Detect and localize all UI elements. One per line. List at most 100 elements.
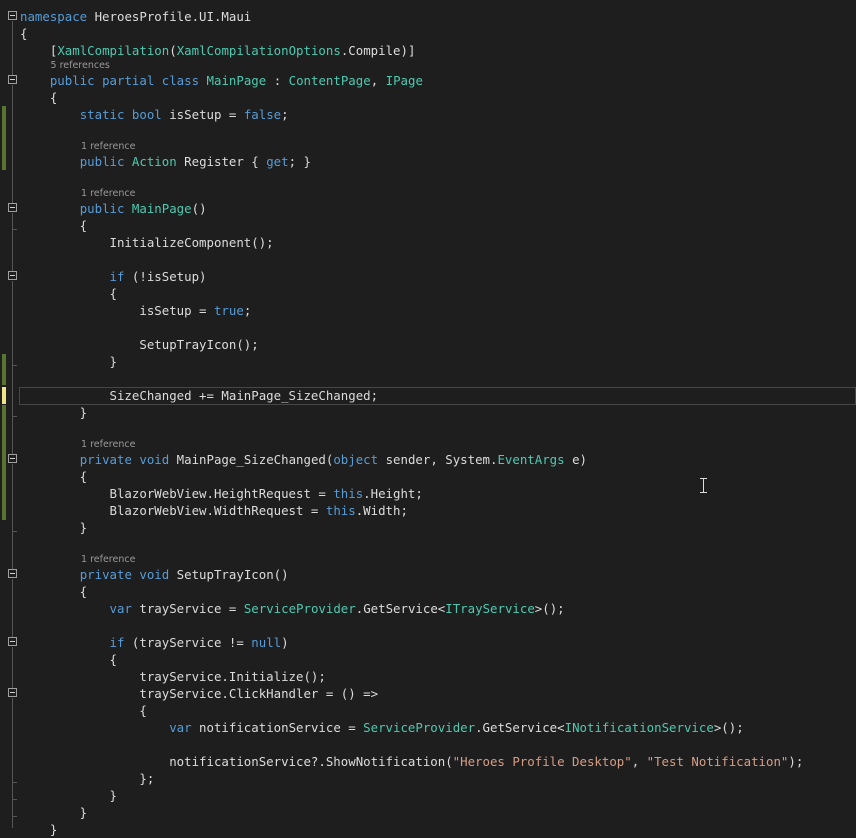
code-text[interactable]: public MainPage()	[20, 200, 207, 217]
code-text[interactable]: }	[20, 404, 87, 421]
code-text[interactable]: public Action Register { get; }	[20, 153, 311, 170]
code-token: ContentPage	[288, 73, 371, 88]
code-token: bool	[131, 107, 162, 122]
code-token: InitializeComponent();	[20, 235, 274, 250]
code-text[interactable]: trayService.Initialize();	[20, 668, 326, 685]
code-token: true	[213, 303, 244, 318]
code-text[interactable]: {	[20, 651, 117, 668]
code-token: )	[281, 635, 289, 650]
code-text[interactable]: }	[20, 821, 57, 838]
code-text[interactable]: {	[20, 217, 87, 234]
code-text[interactable]: var notificationService = ServiceProvide…	[20, 719, 743, 736]
code-text[interactable]: }	[20, 353, 117, 370]
code-line: var trayService = ServiceProvider.GetSer…	[0, 600, 856, 617]
code-token: };	[20, 771, 155, 786]
code-line: namespace HeroesProfile.UI.Maui	[0, 8, 856, 25]
code-line: {	[0, 651, 856, 668]
code-line: }	[0, 404, 856, 421]
code-token: ITrayService	[445, 601, 535, 616]
code-token: ,	[631, 754, 647, 769]
code-text[interactable]: var trayService = ServiceProvider.GetSer…	[20, 600, 565, 617]
code-token: }	[20, 788, 117, 803]
code-token: var	[109, 601, 132, 616]
code-token: }	[20, 405, 88, 420]
code-token: {	[20, 469, 88, 484]
codelens-row: 5 references	[0, 56, 856, 73]
code-token: SetupTrayIcon()	[169, 567, 289, 582]
code-token: ServiceProvider	[243, 601, 356, 616]
code-token: BlazorWebView.HeightRequest =	[20, 486, 334, 501]
code-text[interactable]: namespace HeroesProfile.UI.Maui	[20, 8, 251, 25]
code-text[interactable]: trayService.ClickHandler = () =>	[20, 685, 378, 702]
code-text[interactable]: SetupTrayIcon();	[20, 336, 259, 353]
code-line: notificationService?.ShowNotification("H…	[0, 753, 856, 770]
code-line: public Action Register { get; }	[0, 153, 856, 170]
code-token: .GetService<	[355, 601, 446, 616]
code-text[interactable]: isSetup = true;	[20, 302, 251, 319]
codelens-references-link[interactable]: 5 references	[51, 56, 110, 73]
code-line: {	[0, 285, 856, 302]
code-text[interactable]: private void MainPage_SizeChanged(object…	[20, 451, 587, 468]
code-token: SizeChanged += MainPage_SizeChanged;	[20, 388, 379, 403]
code-token: {	[20, 286, 117, 301]
code-line: }	[0, 804, 856, 821]
code-text[interactable]: private void SetupTrayIcon()	[20, 566, 289, 583]
code-text[interactable]: if (!isSetup)	[20, 268, 207, 285]
code-text[interactable]: InitializeComponent();	[20, 234, 274, 251]
code-text[interactable]: }	[20, 787, 117, 804]
codelens-references-link[interactable]: 1 reference	[81, 550, 135, 567]
code-line: {	[0, 89, 856, 106]
code-text[interactable]: public partial class MainPage : ContentP…	[20, 72, 423, 89]
code-text[interactable]: BlazorWebView.WidthRequest = this.Width;	[20, 502, 408, 519]
code-line: BlazorWebView.HeightRequest = this.Heigh…	[0, 485, 856, 502]
code-text[interactable]: }	[20, 804, 87, 821]
code-text[interactable]: {	[20, 25, 27, 42]
collapse-toggle-icon[interactable]	[8, 454, 17, 463]
code-token: HeroesProfile.UI.Maui	[87, 9, 252, 24]
code-text[interactable]: }	[20, 519, 87, 536]
mouse-ibeam-cursor	[700, 478, 707, 493]
collapse-toggle-icon[interactable]	[8, 569, 17, 578]
code-line: if (!isSetup)	[0, 268, 856, 285]
code-token: notificationService =	[191, 720, 364, 735]
collapse-toggle-icon[interactable]	[8, 271, 17, 280]
code-token: INotificationService	[564, 720, 714, 735]
codelens-references-link[interactable]: 1 reference	[81, 184, 135, 201]
code-token: isSetup =	[161, 107, 244, 122]
collapse-toggle-icon[interactable]	[8, 75, 17, 84]
code-token: public	[79, 201, 125, 216]
code-text[interactable]: {	[20, 702, 146, 719]
code-token: "Test Notification"	[646, 754, 789, 769]
code-token: }	[20, 520, 88, 535]
code-line: private void MainPage_SizeChanged(object…	[0, 451, 856, 468]
code-token: SetupTrayIcon();	[20, 337, 259, 352]
collapse-toggle-icon[interactable]	[8, 688, 17, 697]
codelens-references-link[interactable]: 1 reference	[81, 137, 135, 154]
code-text[interactable]: {	[20, 285, 117, 302]
code-text[interactable]: static bool isSetup = false;	[20, 106, 289, 123]
code-editor[interactable]: namespace HeroesProfile.UI.Maui{ [XamlCo…	[0, 0, 856, 837]
code-token: }	[20, 354, 117, 369]
collapse-toggle-icon[interactable]	[8, 11, 17, 20]
codelens-references-link[interactable]: 1 reference	[81, 435, 135, 452]
code-text[interactable]: notificationService?.ShowNotification("H…	[20, 753, 803, 770]
code-token: this	[325, 503, 356, 518]
code-text[interactable]: SizeChanged += MainPage_SizeChanged;	[20, 387, 379, 404]
code-line: public partial class MainPage : ContentP…	[0, 72, 856, 89]
code-text[interactable]: BlazorWebView.HeightRequest = this.Heigh…	[20, 485, 423, 502]
code-token: private	[79, 567, 132, 582]
collapse-toggle-icon[interactable]	[8, 203, 17, 212]
code-text[interactable]: {	[20, 583, 87, 600]
code-token: trayService.ClickHandler = () =>	[20, 686, 379, 701]
code-text[interactable]: {	[20, 468, 87, 485]
code-text[interactable]: {	[20, 89, 57, 106]
code-text[interactable]: if (trayService != null)	[20, 634, 289, 651]
collapse-toggle-icon[interactable]	[8, 637, 17, 646]
code-token: this	[333, 486, 364, 501]
code-token: false	[243, 107, 282, 122]
code-token: {	[20, 652, 117, 667]
code-text[interactable]: };	[20, 770, 154, 787]
